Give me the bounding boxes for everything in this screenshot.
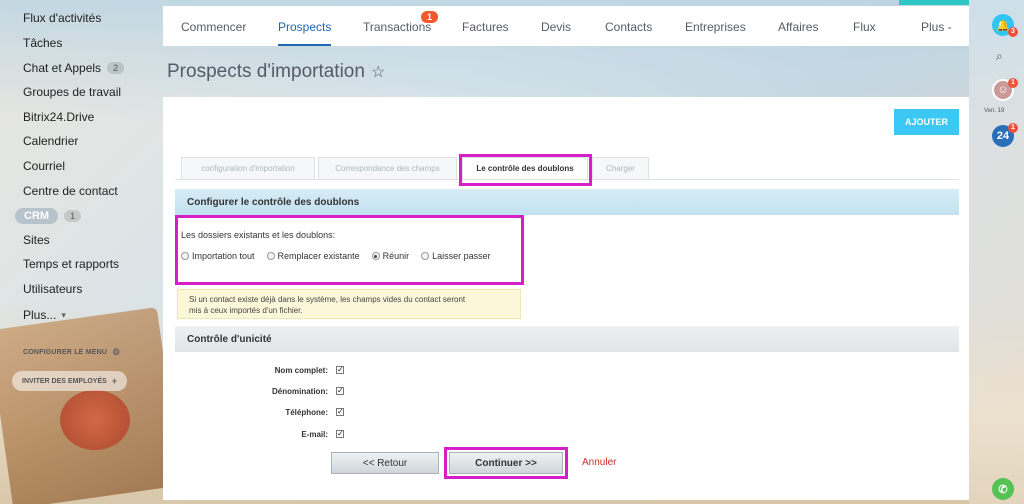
tab-field-mapping[interactable]: Correspondance des champs [318, 157, 457, 179]
back-button[interactable]: << Retour [331, 452, 439, 474]
merge-info-note: Si un contact existe déjà dans le systèm… [177, 289, 521, 319]
sidebar-item-label: Courriel [23, 159, 66, 173]
sidebar-item-activity-stream[interactable]: Flux d'activités [23, 11, 101, 25]
chevron-down-icon: ▾ [61, 309, 66, 320]
sidebar-item-calendar[interactable]: Calendrier [23, 134, 78, 148]
company-name-checkbox[interactable]: ✓ [336, 387, 344, 395]
sidebar-item-workgroups[interactable]: Groupes de travail [23, 85, 121, 99]
company-name-label: Dénomination: [272, 387, 328, 396]
transactions-count-badge: 1 [421, 11, 439, 23]
sidebar-item-label: Bitrix24.Drive [23, 110, 95, 124]
sidebar-item-tasks[interactable]: Tâches [23, 36, 62, 50]
sidebar-count-badge: 2 [107, 62, 125, 74]
sidebar-item-label: Tâches [23, 36, 63, 50]
sidebar-item-mail[interactable]: Courriel [23, 159, 65, 173]
tab-devis[interactable]: Devis [541, 6, 571, 46]
tab-entreprises[interactable]: Entreprises [685, 6, 746, 46]
sidebar-item-time-reports[interactable]: Temps et rapports [23, 257, 119, 271]
sidebar-item-drive[interactable]: Bitrix24.Drive [23, 110, 94, 124]
email-label: E-mail: [301, 430, 328, 439]
plus-icon: + [111, 376, 118, 386]
phone-label: Téléphone: [285, 408, 328, 417]
tab-factures[interactable]: Factures [462, 6, 509, 46]
tab-flux[interactable]: Flux [853, 6, 876, 46]
search-icon[interactable]: ⌕ [996, 49, 1003, 64]
sidebar-item-label: Calendrier [23, 134, 79, 148]
day-label: Ven. 19 [984, 108, 1005, 114]
sidebar-item-chat[interactable]: Chat et Appels 2 [23, 61, 125, 75]
tab-contacts[interactable]: Contacts [605, 6, 652, 46]
tab-prospects[interactable]: Prospects [278, 6, 332, 46]
highlight-continue-button [444, 447, 568, 479]
page-title-text: Prospects d'importation [167, 61, 365, 82]
right-sidebar [969, 0, 1024, 504]
email-checkbox[interactable]: ✓ [336, 430, 344, 438]
left-sidebar: Flux d'activités Tâches Chat et Appels 2 … [0, 0, 163, 504]
page-title: Prospects d'importation ☆ [167, 61, 385, 83]
note-line: Si un contact existe déjà dans le systèm… [189, 295, 466, 304]
sidebar-item-label: Temps et rapports [23, 257, 120, 271]
add-button[interactable]: AJOUTER [894, 109, 959, 135]
tab-affaires[interactable]: Affaires [778, 6, 818, 46]
sidebar-item-crm[interactable]: CRM 1 [15, 208, 82, 224]
sidebar-item-sites[interactable]: Sites [23, 233, 50, 247]
highlight-duplicate-options [175, 215, 524, 285]
crm-top-navigation: Commencer Prospects Transactions 1 Factu… [163, 6, 969, 46]
star-icon[interactable]: ☆ [371, 62, 385, 82]
sidebar-item-more[interactable]: Plus... ▾ [23, 308, 66, 322]
bitrix24-count-badge: 1 [1008, 123, 1018, 133]
sidebar-item-label: Flux d'activités [23, 11, 102, 25]
notifications-count-badge: 3 [1008, 27, 1018, 37]
cancel-link[interactable]: Annuler [582, 457, 616, 468]
configure-menu-button[interactable]: CONFIGURER LE MENU ⚙ [23, 347, 120, 358]
tab-transactions[interactable]: Transactions [363, 6, 431, 46]
full-name-label: Nom complet: [274, 366, 328, 375]
avatar-count-badge: 1 [1008, 78, 1018, 88]
invite-label: INVITER DES EMPLOYÉS [22, 377, 107, 385]
tab-plus[interactable]: Plus - [921, 6, 952, 46]
tab-upload[interactable]: Charger [592, 157, 649, 179]
gear-icon: ⚙ [112, 347, 121, 357]
highlight-duplicate-tab [459, 154, 592, 186]
sidebar-item-label: CRM [15, 208, 59, 224]
sidebar-item-label: Centre de contact [23, 184, 118, 198]
sidebar-item-label: Plus... [23, 308, 57, 322]
sidebar-count-badge: 1 [64, 210, 82, 222]
top-accent-bar [899, 0, 969, 5]
duplicate-control-header: Configurer le contrôle des doublons [175, 189, 959, 215]
tab-import-config[interactable]: configuration d'importation [181, 157, 315, 179]
sidebar-item-label: Chat et Appels [23, 61, 102, 75]
phone-icon[interactable]: ✆ [992, 478, 1014, 500]
sidebar-item-contact-center[interactable]: Centre de contact [23, 184, 118, 198]
sidebar-item-label: Utilisateurs [23, 282, 83, 296]
sidebar-item-label: Sites [23, 233, 50, 247]
tab-commencer[interactable]: Commencer [181, 6, 246, 46]
full-name-checkbox[interactable]: ✓ [336, 366, 344, 374]
configure-menu-label: CONFIGURER LE MENU [23, 349, 108, 356]
phone-checkbox[interactable]: ✓ [336, 408, 344, 416]
note-line: mis à ceux importés d'un fichier. [189, 306, 303, 315]
sidebar-item-users[interactable]: Utilisateurs [23, 282, 82, 296]
uniqueness-control-header: Contrôle d'unicité [175, 326, 959, 352]
sidebar-item-label: Groupes de travail [23, 85, 122, 99]
invite-employees-button[interactable]: INVITER DES EMPLOYÉS + [12, 371, 128, 391]
